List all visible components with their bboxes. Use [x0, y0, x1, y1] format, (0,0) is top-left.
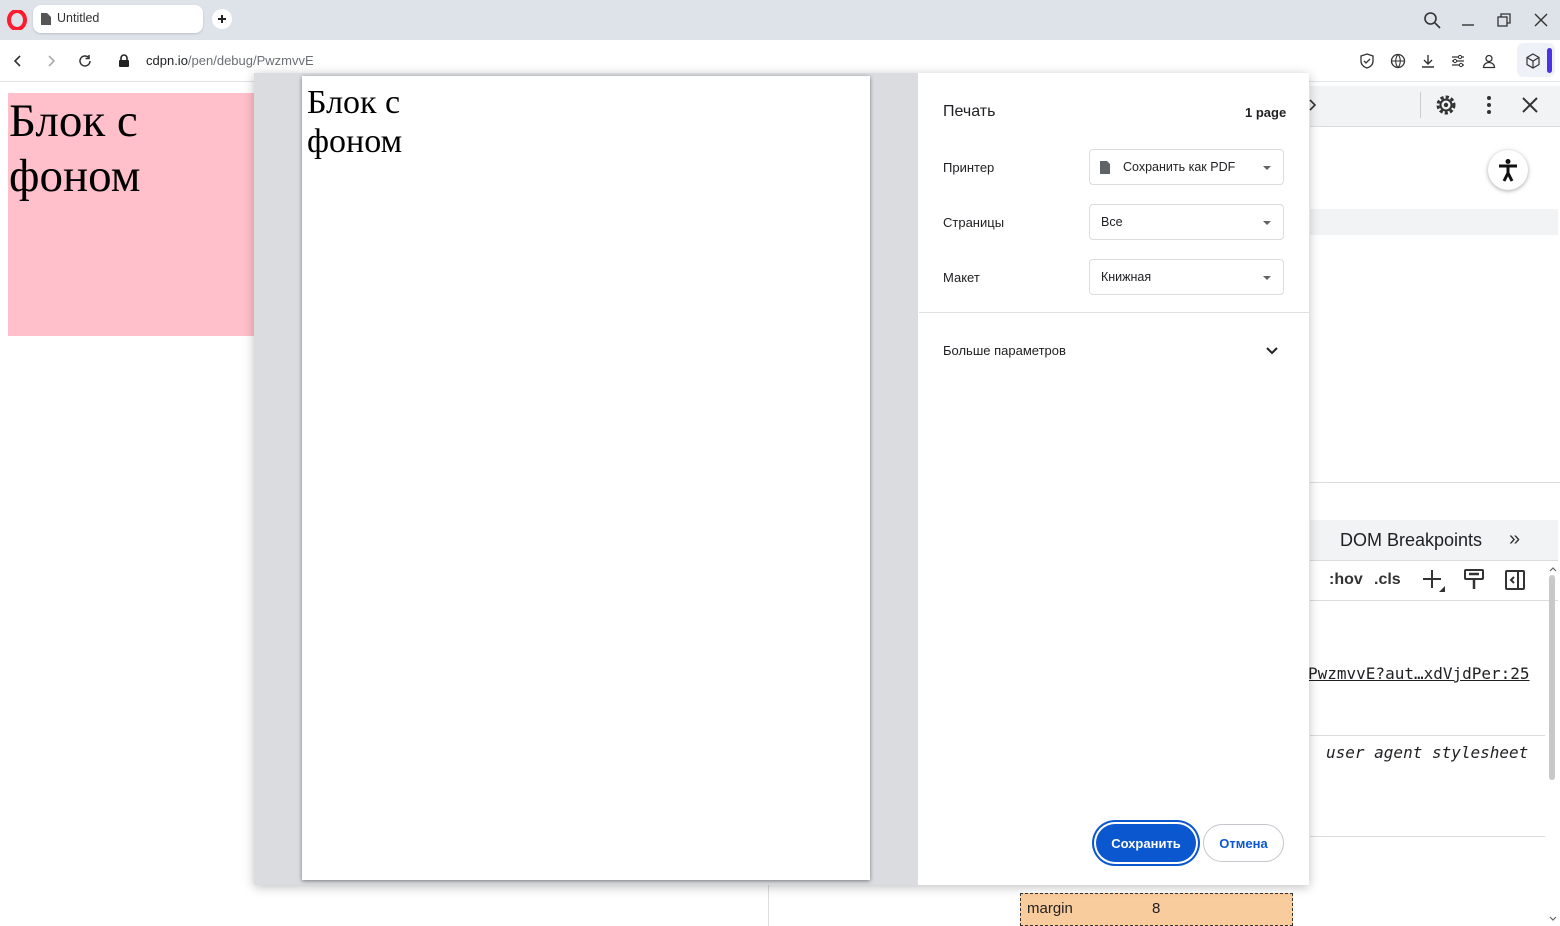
dropdown-arrow-icon [1263, 221, 1271, 225]
shield-check-icon [1360, 53, 1374, 69]
pdf-file-icon [1100, 161, 1110, 174]
scrollbar-thumb[interactable] [1549, 575, 1555, 780]
paint-brush-icon [1464, 569, 1484, 589]
search-tabs-button[interactable] [1421, 10, 1443, 30]
dropdown-arrow-icon [1263, 276, 1271, 280]
printer-select[interactable]: Сохранить как PDF [1089, 149, 1284, 185]
tab-title: Untitled [57, 11, 100, 25]
save-button[interactable]: Сохранить [1096, 824, 1196, 862]
back-button[interactable] [8, 51, 28, 71]
dropdown-arrow-icon [1263, 166, 1271, 170]
plus-icon [1423, 570, 1445, 592]
downloads-button[interactable] [1418, 51, 1438, 71]
printer-value: Сохранить как PDF [1123, 160, 1236, 174]
devtools-menu-button[interactable] [1481, 94, 1497, 116]
layout-select[interactable]: Книжная [1089, 259, 1284, 295]
margin-value[interactable]: 8 [1152, 900, 1160, 917]
tab-strip [0, 0, 1560, 40]
new-tab-button[interactable] [212, 9, 232, 29]
plus-icon [218, 15, 226, 23]
print-dialog-title: Печать [943, 103, 996, 120]
pages-select[interactable]: Все [1089, 204, 1284, 240]
new-style-rule-button[interactable] [1421, 568, 1447, 594]
page-count: 1 page [1245, 105, 1287, 120]
print-preview-page [302, 76, 870, 880]
sidebar-accent [1547, 48, 1552, 73]
rule-divider [1310, 836, 1545, 837]
document-icon [40, 12, 52, 26]
rendering-emulation-button[interactable] [1463, 568, 1485, 592]
margin-label: margin [1027, 900, 1073, 917]
layout-value: Книжная [1101, 270, 1152, 284]
rule-divider [1310, 735, 1545, 736]
site-info-button[interactable] [114, 51, 134, 71]
style-source-link[interactable]: PwzmvvE?aut…xdVjdPer:25 [1308, 664, 1530, 683]
cube-icon [1526, 53, 1540, 69]
block-heading: Блок с фоном [9, 95, 141, 202]
tab-dom-breakpoints[interactable]: DOM Breakpoints [1340, 530, 1482, 551]
translate-button[interactable] [1388, 51, 1408, 71]
easy-setup-button[interactable] [1448, 51, 1468, 71]
more-vertical-icon [1487, 96, 1491, 114]
lock-icon [119, 54, 129, 67]
layout-label: Макет [943, 270, 980, 285]
url-path: /pen/debug/PwzmvvE [187, 53, 314, 68]
hover-state-toggle[interactable]: :hov [1329, 571, 1363, 589]
arrow-right-icon [48, 55, 56, 67]
user-icon [1482, 54, 1496, 69]
globe-icon [1390, 53, 1405, 68]
accessibility-button[interactable] [1488, 150, 1528, 190]
adblock-button[interactable] [1357, 51, 1377, 71]
settings-divider [919, 312, 1309, 313]
cancel-button[interactable]: Отмена [1203, 824, 1284, 862]
devtools-separator [1420, 92, 1421, 118]
chevron-down-icon[interactable] [1264, 342, 1280, 358]
preview-heading: Блок с фоном [307, 84, 403, 160]
profile-button[interactable] [1479, 51, 1499, 71]
extensions-button[interactable] [1523, 51, 1543, 71]
close-icon [1522, 97, 1538, 113]
minimize-button[interactable] [1457, 10, 1479, 30]
settings-sliders-icon [1452, 54, 1464, 68]
arrow-left-icon [13, 55, 21, 67]
close-icon [1534, 13, 1548, 27]
download-icon [1422, 55, 1434, 68]
minimize-icon [1462, 24, 1474, 26]
url-field[interactable]: cdpn.io/pen/debug/PwzmvvE [146, 53, 314, 68]
devtools-close-button[interactable] [1521, 96, 1539, 114]
devtools-row [1310, 209, 1558, 235]
toggle-sidebar-button[interactable] [1504, 569, 1526, 591]
browser-tab[interactable]: Untitled [33, 5, 203, 33]
devtools-divider [1310, 482, 1560, 483]
search-icon [1424, 12, 1441, 29]
panel-divider [768, 885, 769, 926]
sidebar-icon [1505, 570, 1525, 590]
accessibility-icon [1499, 159, 1517, 182]
forward-button[interactable] [41, 51, 61, 71]
url-domain: cdpn.io [146, 53, 188, 68]
class-toggle[interactable]: .cls [1374, 571, 1401, 589]
more-settings-toggle[interactable]: Больше параметров [943, 343, 1066, 358]
user-agent-stylesheet-label: user agent stylesheet [1326, 743, 1529, 762]
restore-icon [1497, 13, 1511, 27]
opera-logo-icon[interactable] [7, 10, 27, 30]
dock-arrow-icon[interactable] [1309, 98, 1317, 112]
printer-label: Принтер [943, 160, 995, 175]
gear-icon [1436, 95, 1456, 115]
devtools-settings-button[interactable] [1434, 93, 1458, 117]
reload-button[interactable] [75, 51, 95, 71]
pages-label: Страницы [943, 215, 1005, 230]
restore-button[interactable] [1493, 10, 1515, 30]
reload-icon [79, 55, 91, 67]
close-window-button[interactable] [1530, 10, 1552, 30]
more-tabs-chevron[interactable]: » [1509, 528, 1520, 551]
pages-value: Все [1101, 215, 1123, 229]
